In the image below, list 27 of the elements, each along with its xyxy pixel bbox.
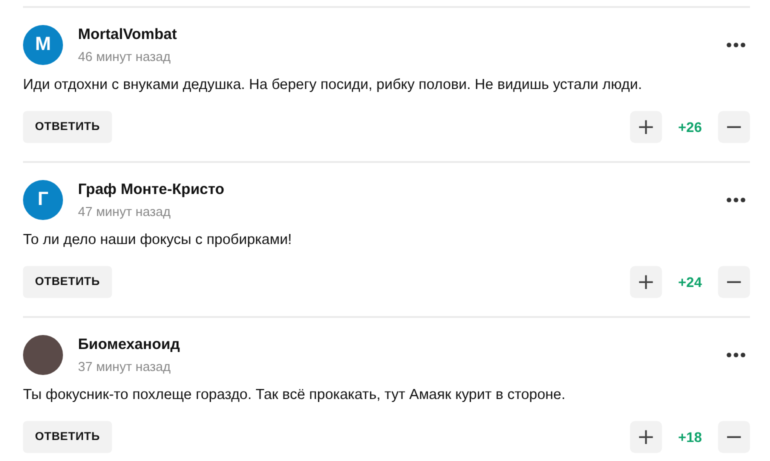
more-icon[interactable] — [726, 352, 746, 358]
comment-time: 37 минут назад — [78, 359, 172, 374]
reply-button[interactable]: ОТВЕТИТЬ — [23, 266, 112, 298]
avatar: Г — [23, 180, 63, 220]
upvote-button[interactable]: + — [630, 266, 662, 298]
reply-button[interactable]: ОТВЕТИТЬ — [23, 111, 112, 143]
vote-score: +24 — [677, 274, 703, 290]
author-name[interactable]: MortalVombat — [78, 26, 711, 43]
comment-time: 47 минут назад — [78, 204, 172, 219]
upvote-button[interactable]: + — [630, 111, 662, 143]
author-name[interactable]: Граф Монте-Кристо — [78, 181, 711, 198]
comment-text: То ли дело наши фокусы с пробирками! — [23, 232, 293, 248]
comment-text: Ты фокусник-то похлеще гораздо. Так всё прокакать, тут Амаяк курит в стороне. — [23, 387, 566, 403]
downvote-button[interactable]: − — [718, 111, 750, 143]
reply-button[interactable]: ОТВЕТИТЬ — [23, 421, 112, 453]
comment-time: 46 минут назад — [78, 49, 172, 64]
vote-score: +18 — [677, 429, 703, 445]
more-icon[interactable] — [726, 197, 746, 203]
vote-score: +26 — [677, 119, 703, 135]
comment-text: Иди отдохни с внуками дедушка. На берегу посиди, рибку полови. Не видишь устали люди. — [23, 77, 644, 93]
more-icon[interactable] — [726, 42, 746, 48]
downvote-button[interactable]: − — [718, 421, 750, 453]
photo-placeholder — [23, 335, 63, 375]
author-name[interactable]: Биомеханоид — [78, 336, 711, 353]
upvote-button[interactable]: + — [630, 421, 662, 453]
downvote-button[interactable]: − — [718, 266, 750, 298]
avatar: M — [23, 25, 63, 65]
